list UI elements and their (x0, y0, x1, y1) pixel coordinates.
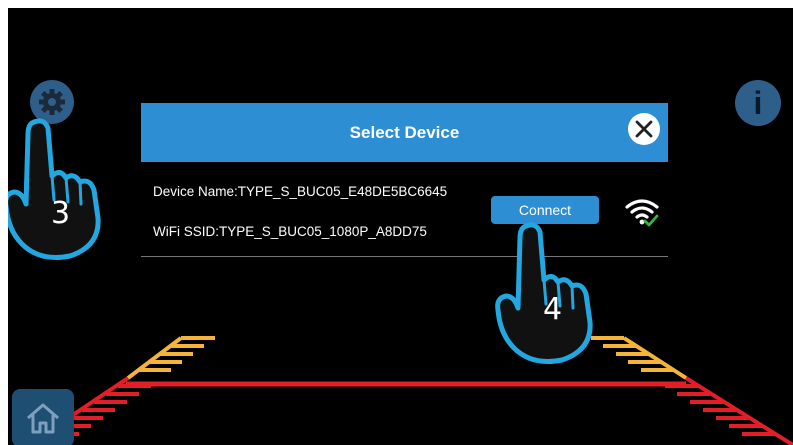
step-3-label: 3 (51, 196, 71, 231)
device-name-text: Device Name:TYPE_S_BUC05_E48DE5BC6645 (153, 184, 448, 199)
camera-screen: i Select Device Device Name:TYPE_S_BUC05… (8, 8, 793, 445)
home-icon (27, 403, 59, 434)
info-icon: i (753, 84, 763, 121)
dialog-title: Select Device (349, 122, 460, 142)
info-button[interactable]: i (735, 80, 781, 126)
wifi-ssid-text: WiFi SSID:TYPE_S_BUC05_1080P_A8DD75 (153, 224, 427, 239)
home-button[interactable] (12, 389, 74, 445)
wifi-connected-icon (625, 199, 659, 227)
pointing-hand-icon (8, 118, 101, 260)
close-icon (635, 120, 653, 138)
gear-icon (39, 89, 65, 115)
step-4-label: 4 (543, 292, 563, 327)
select-device-dialog-header: Select Device (141, 103, 668, 162)
close-button[interactable] (628, 113, 660, 145)
